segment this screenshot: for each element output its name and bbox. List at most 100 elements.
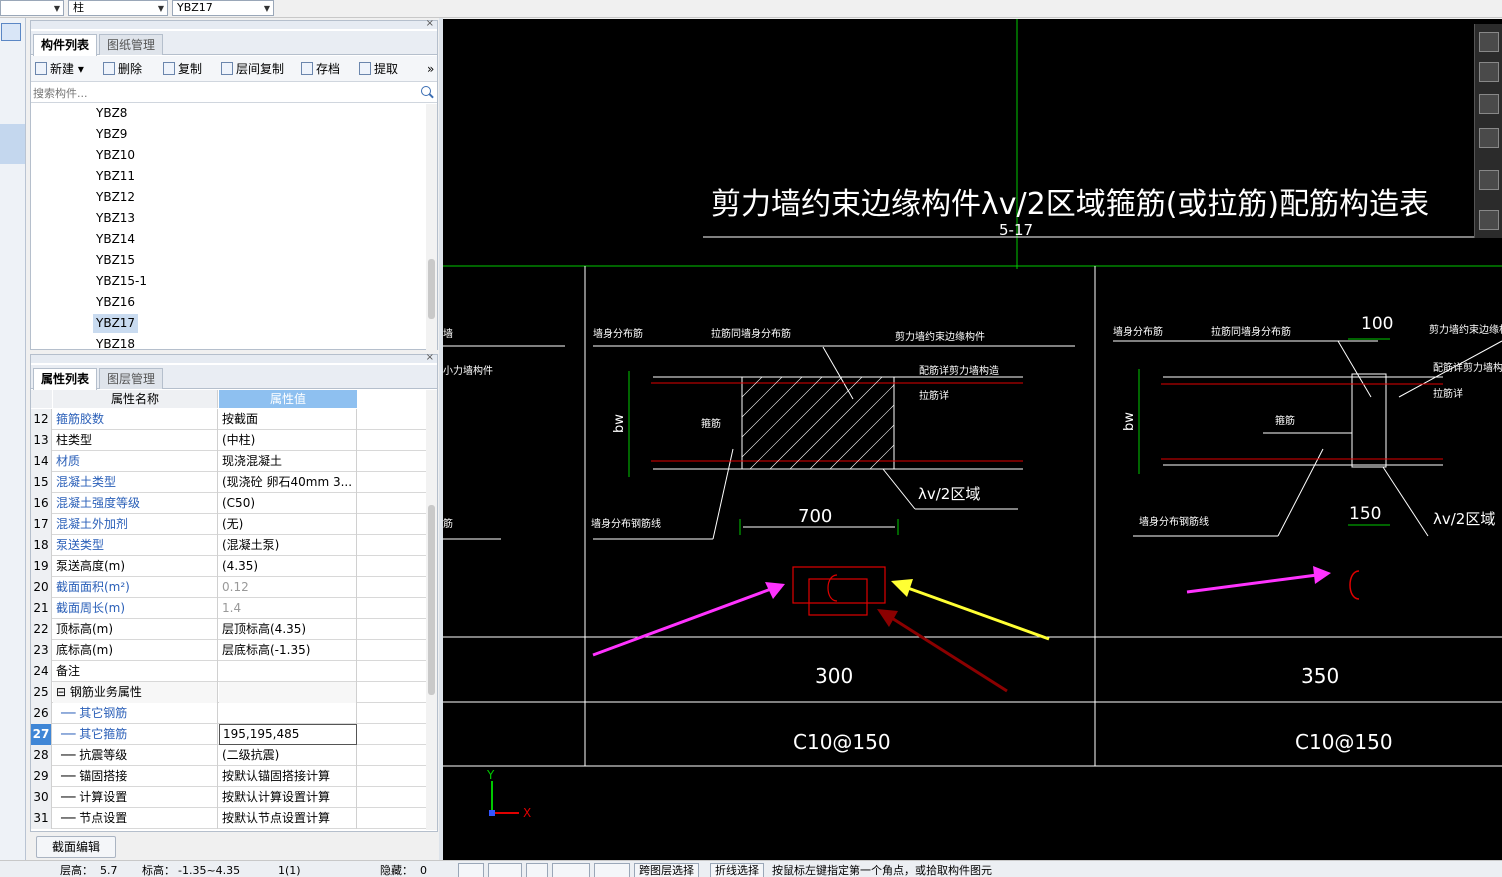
- layers-icon[interactable]: [1479, 210, 1499, 230]
- search-icon[interactable]: [421, 86, 431, 96]
- list-item[interactable]: YBZ12: [93, 188, 138, 207]
- table-row[interactable]: 19 泵送高度(m) (4.35): [31, 556, 427, 577]
- column-header-name: 属性名称: [53, 390, 218, 408]
- scrollbar-thumb[interactable]: [428, 505, 435, 695]
- property-value[interactable]: [219, 661, 357, 682]
- top-view-icon[interactable]: [1479, 94, 1499, 114]
- scrollbar-thumb[interactable]: [428, 259, 435, 319]
- table-row[interactable]: 23 底标高(m) 层底标高(-1.35): [31, 640, 427, 661]
- origin: [489, 810, 495, 816]
- component-scrollbar[interactable]: [426, 104, 437, 350]
- property-value[interactable]: 按截面: [219, 409, 357, 430]
- status-bar: 层高： 5.7 标高： -1.35~4.35 1(1) 隐藏： 0 跨图层选择 …: [0, 860, 1502, 877]
- box-view-icon[interactable]: [1479, 128, 1499, 148]
- table-row[interactable]: 25 ⊟ 钢筋业务属性: [31, 682, 427, 703]
- table-row[interactable]: 15 混凝土类型 (现浇砼 卵石40mm 3...: [31, 472, 427, 493]
- property-value[interactable]: (4.35): [219, 556, 357, 577]
- 3d-view-icon[interactable]: [1479, 62, 1499, 82]
- table-row[interactable]: 13 柱类型 (中柱): [31, 430, 427, 451]
- y-axis-label: Y: [486, 768, 495, 782]
- list-item[interactable]: YBZ18: [93, 335, 138, 350]
- extract-button[interactable]: 提取: [359, 60, 398, 78]
- property-value[interactable]: (二级抗震): [219, 745, 357, 766]
- property-value[interactable]: (现浇砼 卵石40mm 3...: [219, 472, 357, 493]
- cross-layer-select-button[interactable]: 跨图层选择: [634, 863, 699, 877]
- stirrup-rect: [792, 566, 886, 604]
- table-row[interactable]: 22 顶标高(m) 层顶标高(4.35): [31, 619, 427, 640]
- ortho-toggle[interactable]: [488, 863, 522, 877]
- property-value[interactable]: 层顶标高(4.35): [219, 619, 357, 640]
- rotate-icon[interactable]: [1479, 170, 1499, 190]
- floor-copy-button[interactable]: 层间复制: [221, 60, 284, 78]
- component-select[interactable]: YBZ17 ▼: [172, 0, 274, 16]
- property-value[interactable]: 0.12: [219, 577, 357, 598]
- table-row[interactable]: 29 ── 锚固搭接 按默认锚固搭接计算: [31, 766, 427, 787]
- track-toggle[interactable]: [594, 863, 630, 877]
- module-icon[interactable]: [1, 23, 21, 41]
- table-row[interactable]: 14 材质 现浇混凝土: [31, 451, 427, 472]
- table-row[interactable]: 28 ── 抗震等级 (二级抗震): [31, 745, 427, 766]
- list-item[interactable]: YBZ14: [93, 230, 138, 249]
- list-item[interactable]: YBZ9: [93, 125, 130, 144]
- search-input[interactable]: [33, 85, 413, 101]
- list-item[interactable]: YBZ10: [93, 146, 138, 165]
- property-value[interactable]: [219, 703, 357, 724]
- annotation: 剪力墙约束边缘构件: [1429, 323, 1502, 336]
- property-value[interactable]: (无): [219, 514, 357, 535]
- list-item[interactable]: YBZ15-1: [93, 272, 150, 291]
- floor-select[interactable]: ▼: [0, 0, 64, 16]
- table-row[interactable]: 17 混凝土外加剂 (无): [31, 514, 427, 535]
- copy-button[interactable]: 复制: [163, 60, 202, 78]
- tab-drawing-management[interactable]: 图纸管理: [99, 34, 164, 55]
- property-scrollbar[interactable]: [426, 390, 437, 830]
- property-value[interactable]: 按默认节点设置计算: [219, 808, 357, 829]
- close-icon[interactable]: ×: [426, 18, 434, 29]
- leader-line: [1382, 466, 1429, 537]
- property-value[interactable]: [219, 682, 357, 703]
- floor-height-value: 5.7: [100, 864, 118, 877]
- property-value[interactable]: 现浇混凝土: [219, 451, 357, 472]
- tab-layer-management[interactable]: 图层管理: [99, 368, 164, 389]
- list-item[interactable]: YBZ16: [93, 293, 138, 312]
- table-row[interactable]: 30 ── 计算设置 按默认计算设置计算: [31, 787, 427, 808]
- close-icon[interactable]: ×: [426, 352, 434, 363]
- table-row[interactable]: 20 截面面积(m²) 0.12: [31, 577, 427, 598]
- list-item[interactable]: YBZ13: [93, 209, 138, 228]
- list-item[interactable]: YBZ11: [93, 167, 138, 186]
- chevron-down-icon: ▼: [53, 4, 60, 13]
- nav-selected-item[interactable]: [0, 124, 25, 164]
- property-value[interactable]: (混凝土泵): [219, 535, 357, 556]
- cad-canvas[interactable]: 剪力墙约束边缘构件λv/2区域箍筋(或拉筋)配筋构造表 5-17 700 λv/…: [443, 19, 1502, 860]
- table-row[interactable]: 26 ── 其它钢筋: [31, 703, 427, 724]
- orbit-icon[interactable]: [1479, 32, 1499, 52]
- table-row[interactable]: 12 箍筋胶数 按截面: [31, 409, 427, 430]
- property-value-input[interactable]: 195,195,485: [219, 724, 357, 745]
- delete-button[interactable]: 删除: [103, 60, 142, 78]
- save-button[interactable]: 存档: [301, 60, 340, 78]
- more-button[interactable]: »: [427, 60, 434, 78]
- snap-toggle[interactable]: [458, 863, 484, 877]
- list-item[interactable]: YBZ8: [93, 104, 130, 123]
- new-button[interactable]: 新建 ▾: [35, 60, 84, 78]
- property-value[interactable]: 1.4: [219, 598, 357, 619]
- table-row[interactable]: 27 ── 其它箍筋 195,195,485: [31, 724, 427, 745]
- table-row[interactable]: 18 泵送类型 (混凝土泵): [31, 535, 427, 556]
- osnap-toggle[interactable]: [552, 863, 590, 877]
- property-value[interactable]: 层底标高(-1.35): [219, 640, 357, 661]
- table-row[interactable]: 31 ── 节点设置 按默认节点设置计算: [31, 808, 427, 829]
- list-item[interactable]: YBZ15: [93, 251, 138, 270]
- property-value[interactable]: (C50): [219, 493, 357, 514]
- table-row[interactable]: 16 混凝土强度等级 (C50): [31, 493, 427, 514]
- table-row[interactable]: 24 备注: [31, 661, 427, 682]
- type-select[interactable]: 柱 ▼: [68, 0, 168, 16]
- property-value[interactable]: 按默认锚固搭接计算: [219, 766, 357, 787]
- tab-component-list[interactable]: 构件列表: [33, 34, 98, 56]
- list-item-selected[interactable]: YBZ17: [93, 314, 139, 333]
- property-value[interactable]: 按默认计算设置计算: [219, 787, 357, 808]
- tab-property-list[interactable]: 属性列表: [33, 368, 98, 390]
- section-edit-button[interactable]: 截面编辑: [36, 836, 116, 858]
- grid-toggle[interactable]: [526, 863, 548, 877]
- table-row[interactable]: 21 截面周长(m) 1.4: [31, 598, 427, 619]
- polyline-select-button[interactable]: 折线选择: [710, 863, 764, 877]
- property-value[interactable]: (中柱): [219, 430, 357, 451]
